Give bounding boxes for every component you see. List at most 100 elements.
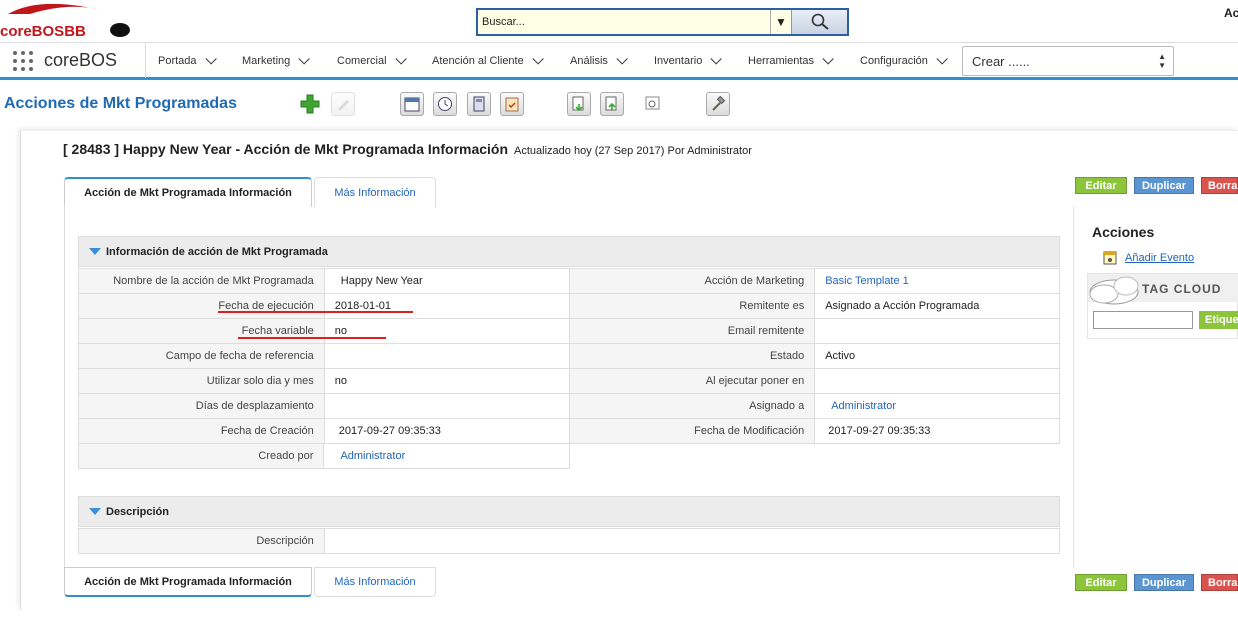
edit-button-bottom[interactable]: Editar	[1075, 574, 1127, 591]
assigned-user-link[interactable]: Administrator	[831, 400, 896, 412]
nav-inventario[interactable]: Inventario	[654, 43, 723, 78]
tab-mas-informacion-bottom[interactable]: Más Información	[314, 567, 436, 597]
field-value[interactable]	[323, 343, 571, 369]
field-row: Fecha de Creación 2017-09-27 09:35:33 Fe…	[78, 418, 1060, 444]
chevron-down-icon	[532, 52, 544, 65]
nav-portada[interactable]: Portada	[158, 43, 217, 78]
chevron-down-icon	[822, 52, 834, 65]
tab-informacion[interactable]: Acción de Mkt Programada Información	[64, 177, 312, 207]
field-label: Nombre de la acción de Mkt Programada	[78, 268, 325, 294]
add-icon[interactable]	[298, 92, 322, 116]
tag-cloud-header: TAG CLOUD	[1088, 274, 1238, 305]
search-dropdown-icon[interactable]: ▼	[771, 10, 791, 34]
duplicate-button[interactable]: Duplicar	[1134, 177, 1194, 194]
field-label: Creado por	[77, 443, 325, 469]
field-label: Fecha de Modificación	[569, 418, 816, 444]
field-row: Fecha de ejecución 2018-01-01 Remitente …	[78, 293, 1060, 319]
brand[interactable]: coreBOS	[12, 43, 117, 78]
field-value[interactable]	[814, 368, 1060, 394]
field-row: Utilizar solo dia y mes no Al ejecutar p…	[78, 368, 1060, 394]
sidebar-title: Acciones	[1092, 224, 1155, 240]
field-label: Campo de fecha de referencia	[78, 343, 325, 369]
app-grid-icon	[13, 50, 33, 71]
add-event-action[interactable]: Añadir Evento	[1103, 251, 1194, 265]
nav-comercial[interactable]: Comercial	[337, 43, 407, 78]
tab-label: Más Información	[334, 576, 416, 588]
delete-button[interactable]: Borra	[1201, 177, 1238, 194]
section-header-info[interactable]: Información de acción de Mkt Programada	[78, 236, 1060, 267]
corebos-logo[interactable]: coreBOSBB	[0, 0, 140, 40]
nav-atencion-cliente[interactable]: Atención al Cliente	[432, 43, 544, 78]
tab-mas-informacion[interactable]: Más Información	[314, 177, 436, 207]
field-value-link[interactable]: Administrator	[323, 443, 570, 469]
select-updown-icon: ▲ ▼	[1158, 52, 1166, 70]
clock-icon[interactable]	[433, 92, 457, 116]
section-title: Descripción	[106, 505, 169, 518]
search-button[interactable]	[791, 10, 847, 34]
tab-label: Más Información	[334, 186, 416, 199]
clipboard-icon[interactable]	[500, 92, 524, 116]
nav-configuracion[interactable]: Configuración	[860, 43, 948, 78]
section-header-description[interactable]: Descripción	[78, 496, 1060, 527]
settings-hammer-icon[interactable]	[706, 92, 730, 116]
field-label: Fecha variable	[78, 318, 325, 344]
marketing-action-link[interactable]: Basic Template 1	[825, 275, 909, 287]
export-icon[interactable]	[600, 92, 624, 116]
field-value[interactable]: Activo	[814, 343, 1060, 369]
crear-select[interactable]: Crear ...... ▲ ▼	[962, 46, 1174, 76]
annotation-underline	[218, 311, 413, 313]
calendar-icon[interactable]	[400, 92, 424, 116]
nav-herramientas[interactable]: Herramientas	[748, 43, 834, 78]
nav-marketing[interactable]: Marketing	[242, 43, 311, 78]
field-value[interactable]: no	[323, 368, 571, 394]
field-value[interactable]	[814, 318, 1060, 344]
field-label: Email remitente	[569, 318, 816, 344]
tag-cloud-title: TAG CLOUD	[1142, 282, 1221, 296]
global-search[interactable]: Buscar... ▼	[476, 8, 849, 36]
import-icon[interactable]	[567, 92, 591, 116]
field-label: Al ejecutar poner en	[569, 368, 816, 394]
calculator-icon[interactable]	[467, 92, 491, 116]
field-row: Descripción	[78, 528, 1061, 554]
nav-label: Comercial	[337, 54, 387, 67]
find-duplicates-icon[interactable]	[641, 92, 665, 116]
collapse-triangle-icon[interactable]	[89, 508, 101, 515]
field-value-link[interactable]: Basic Template 1	[814, 268, 1060, 294]
tab-informacion-bottom[interactable]: Acción de Mkt Programada Información	[64, 567, 312, 597]
info-fields-table: Nombre de la acción de Mkt Programada Ha…	[78, 268, 1060, 444]
tag-input[interactable]	[1093, 311, 1193, 329]
field-value[interactable]: 2017-09-27 09:35:33	[323, 418, 571, 444]
field-value[interactable]: 2018-01-01	[323, 293, 571, 319]
field-label: Días de desplazamiento	[78, 393, 325, 419]
module-title[interactable]: Acciones de Mkt Programadas	[4, 95, 237, 113]
field-value[interactable]: no	[323, 318, 571, 344]
add-event-link[interactable]: Añadir Evento	[1125, 252, 1194, 264]
field-value[interactable]: Asignado a Acción Programada	[814, 293, 1060, 319]
brand-name: coreBOS	[44, 50, 118, 70]
tag-button[interactable]: Etique	[1199, 311, 1238, 329]
duplicate-button-bottom[interactable]: Duplicar	[1134, 574, 1194, 591]
field-value-link[interactable]: Administrator	[814, 393, 1060, 419]
field-label: Descripción	[78, 528, 325, 554]
nav-label: Marketing	[242, 54, 291, 67]
chevron-down-icon	[394, 52, 407, 65]
nav-label: Análisis	[570, 54, 608, 67]
field-value[interactable]	[323, 393, 571, 419]
created-by-link[interactable]: Administrator	[340, 450, 405, 462]
logo-text: coreBOSBB	[0, 23, 86, 40]
user-menu-fragment[interactable]: Ac	[1224, 6, 1238, 20]
field-label: Asignado a	[569, 393, 816, 419]
description-value[interactable]	[323, 528, 1061, 554]
collapse-triangle-icon[interactable]	[89, 248, 101, 255]
field-value[interactable]: 2017-09-27 09:35:33	[814, 418, 1060, 444]
tab-label: Acción de Mkt Programada Información	[84, 575, 292, 588]
field-value[interactable]: Happy New Year	[323, 268, 571, 294]
nav-label: Portada	[158, 54, 197, 67]
field-row: Días de desplazamiento Asignado a Admini…	[78, 393, 1060, 419]
delete-button-bottom[interactable]: Borra	[1201, 574, 1238, 591]
field-row: Nombre de la acción de Mkt Programada Ha…	[78, 268, 1060, 294]
field-label: Fecha de ejecución	[78, 293, 325, 319]
search-input[interactable]: Buscar...	[478, 10, 771, 34]
nav-analisis[interactable]: Análisis	[570, 43, 628, 78]
edit-button[interactable]: Editar	[1075, 177, 1127, 194]
